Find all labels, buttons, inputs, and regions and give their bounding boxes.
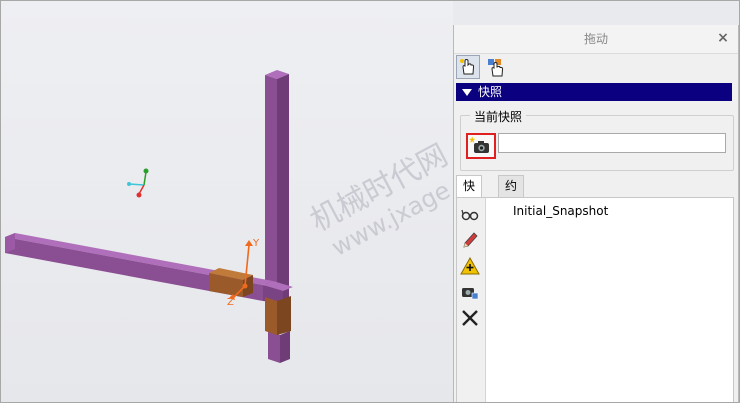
tab-snapshots[interactable]: 快照 <box>456 175 483 214</box>
drag-hand-icon <box>460 58 475 75</box>
delete-snapshot-button[interactable] <box>460 308 480 328</box>
list-item[interactable]: Initial_Snapshot <box>513 204 608 218</box>
drag-components-button[interactable] <box>484 55 508 79</box>
show-snapshot-button[interactable] <box>460 204 480 224</box>
add-snapshot-button[interactable] <box>460 256 480 276</box>
model-scene: Y Z <box>5 70 293 363</box>
drag-panel: 拖动 × 快照 当前快照 快 约 Initial_Snapshot <box>453 25 739 402</box>
current-snapshot-label: 当前快照 <box>470 108 527 125</box>
axis-label-y: Y <box>252 238 260 249</box>
graphics-viewport[interactable]: Y Z 机械时代网 www.jxage.com <box>1 1 507 402</box>
snapshot-side-toolbar <box>457 198 486 402</box>
create-snapshot-button[interactable] <box>466 133 496 159</box>
camera-icon <box>469 136 489 153</box>
snapshot-list: Initial_Snapshot <box>497 198 733 402</box>
window-frame: Y Z 机械时代网 www.jxage.com 拖动 × 快照 当前快照 快 约… <box>0 0 740 403</box>
update-snapshot-button[interactable] <box>460 282 480 302</box>
section-title: 快照 <box>478 85 503 99</box>
bracket-joint[interactable] <box>265 296 291 335</box>
delete-icon <box>462 310 478 326</box>
camera-update-icon <box>462 288 479 300</box>
edit-snapshot-button[interactable] <box>460 230 480 250</box>
drag-components-icon <box>488 59 504 77</box>
panel-title: 拖动 <box>454 25 738 54</box>
drag-hand-button[interactable] <box>456 55 480 79</box>
glasses-icon <box>461 209 479 221</box>
snapshot-section-header[interactable]: 快照 <box>456 83 732 101</box>
snapshot-list-area: Initial_Snapshot <box>456 197 734 402</box>
view-triad-icon <box>127 168 149 198</box>
pencil-icon <box>463 232 478 248</box>
warning-add-icon <box>460 256 480 275</box>
axis-label-z: Z <box>227 297 234 308</box>
snapshot-name-field[interactable] <box>498 133 726 153</box>
tab-constraints[interactable]: 约束 <box>498 175 525 214</box>
close-icon[interactable]: × <box>716 31 730 45</box>
collapse-triangle-icon <box>462 89 472 96</box>
